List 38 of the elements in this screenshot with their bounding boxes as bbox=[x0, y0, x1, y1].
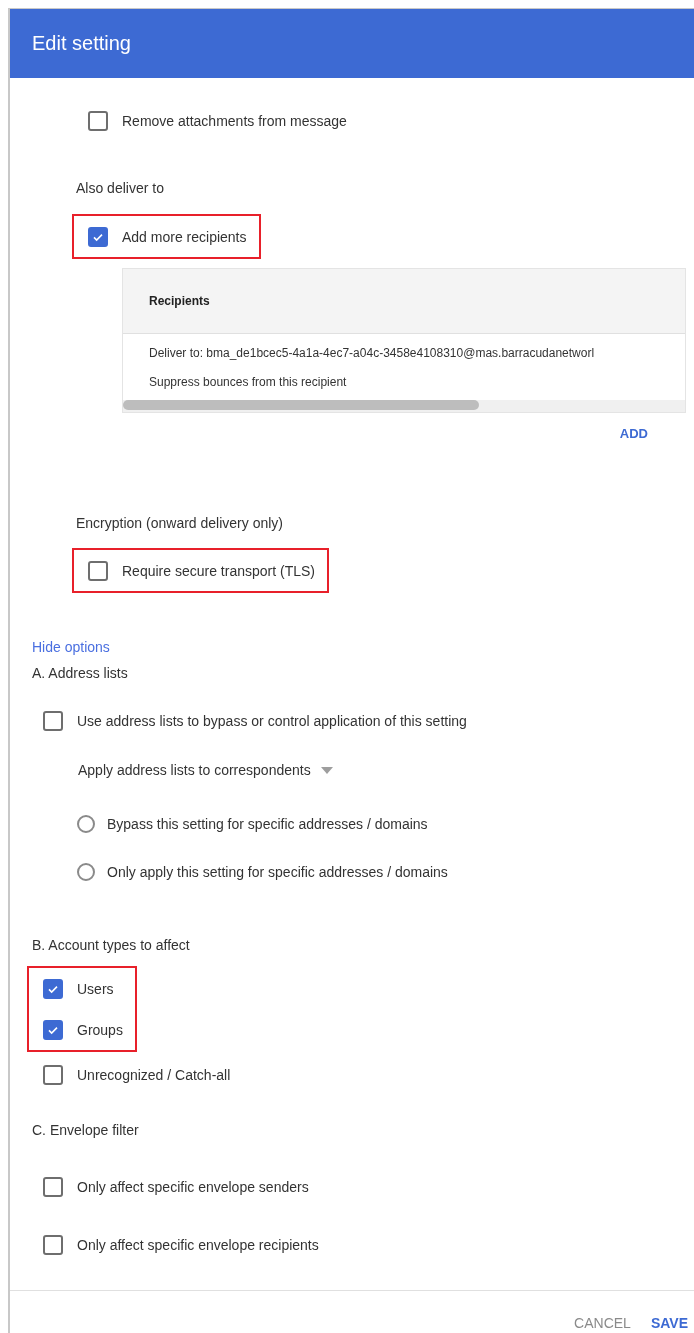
checkbox-label: Only affect specific envelope senders bbox=[77, 1179, 309, 1195]
checkbox-label: Unrecognized / Catch-all bbox=[77, 1066, 231, 1083]
caret-icon bbox=[320, 766, 333, 774]
save-button[interactable]: SAVE bbox=[650, 1315, 688, 1331]
checkbox-label: Add more recipients bbox=[122, 228, 247, 245]
checkbox[interactable] bbox=[88, 226, 108, 247]
correspondents-dropdown[interactable]: Apply address lists to correspondents bbox=[78, 762, 333, 778]
section-heading: B. Account types to affect bbox=[32, 936, 191, 954]
checkbox-label: Users bbox=[77, 980, 114, 997]
cancel-button[interactable]: CANCEL bbox=[574, 1315, 631, 1331]
section-heading: Also deliver to bbox=[76, 179, 165, 197]
checkbox[interactable] bbox=[43, 1064, 63, 1085]
section-heading: Encryption (onward delivery only) bbox=[76, 514, 284, 532]
radio-button[interactable] bbox=[77, 863, 95, 881]
radio-label: Only apply this setting for specific addresses / domains bbox=[107, 864, 448, 880]
checkbox[interactable] bbox=[43, 1177, 63, 1197]
hide-options-link[interactable]: Hide options bbox=[32, 639, 110, 655]
section-heading: C. Envelope filter bbox=[32, 1121, 140, 1139]
checkbox-label: Use address lists to bypass or control application of this setting bbox=[77, 712, 467, 729]
checkbox[interactable] bbox=[88, 110, 108, 131]
table-cell-text: Suppress bounces from this recipient bbox=[149, 374, 348, 391]
radio-label: Bypass this setting for specific addresses / domains bbox=[107, 816, 428, 832]
checkbox-label: Only affect specific envelope recipients bbox=[77, 1237, 319, 1253]
checkbox[interactable] bbox=[88, 560, 108, 581]
checkbox-label: Require secure transport (TLS) bbox=[122, 562, 315, 579]
dialog-title: Edit setting bbox=[32, 32, 131, 55]
checkbox[interactable] bbox=[43, 978, 63, 999]
horizontal-scrollbar[interactable] bbox=[123, 400, 685, 412]
checkbox[interactable] bbox=[43, 1235, 63, 1255]
section-heading: A. Address lists bbox=[32, 664, 129, 682]
add-button[interactable]: ADD bbox=[613, 422, 654, 445]
checkbox[interactable] bbox=[43, 1019, 63, 1040]
checkbox[interactable] bbox=[43, 710, 63, 731]
column-header: Recipients bbox=[149, 294, 210, 308]
radio-button[interactable] bbox=[77, 815, 95, 833]
checkbox-label: Groups bbox=[77, 1021, 123, 1038]
table-cell-text: Deliver to: bma_de1bcec5-4a1a-4ec7-a04c-3458e4108310@mas.barracudanetworl bbox=[149, 345, 596, 362]
checkbox-label: Remove attachments from message bbox=[122, 112, 347, 129]
